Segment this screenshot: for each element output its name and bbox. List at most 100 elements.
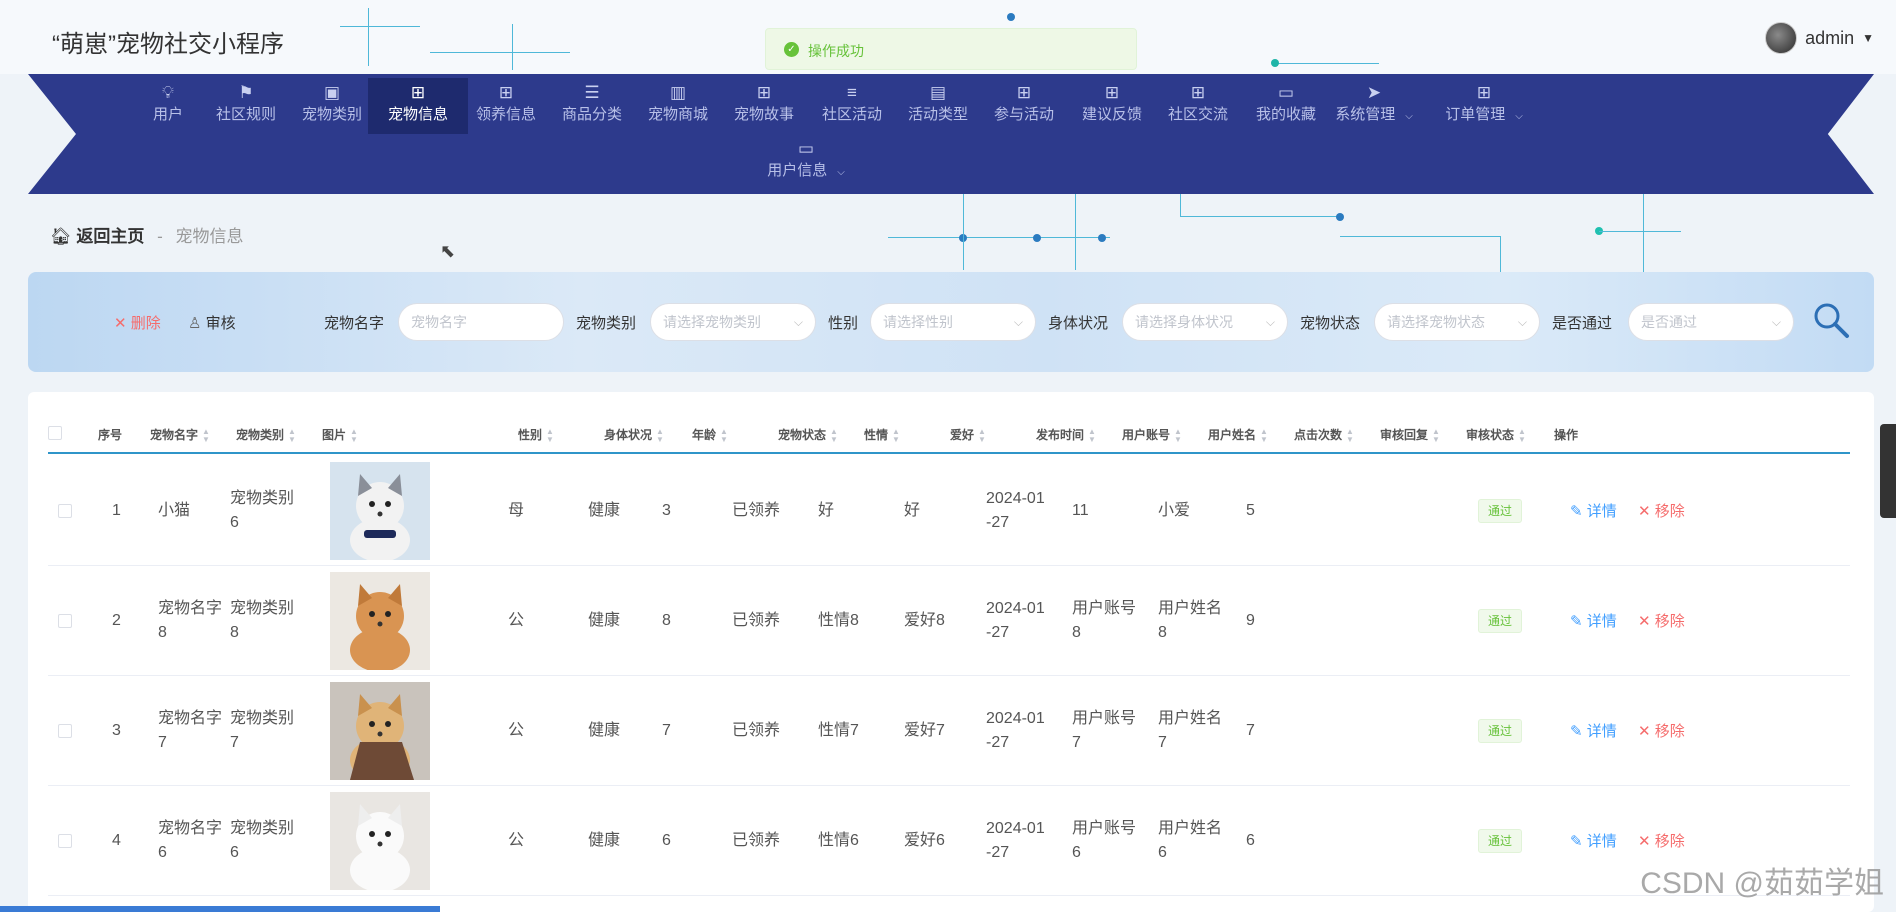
flag-icon: ⚑ [238,83,254,102]
nav-item-7[interactable]: ⊞ 宠物故事 [714,78,814,134]
sort-icon[interactable]: ▲ ▼ [1174,427,1182,444]
sort-icon[interactable]: ▲ ▼ [350,427,358,444]
decoration-dot [1007,13,1015,21]
row-checkbox[interactable] [58,724,72,738]
remove-button[interactable]: ✕ 移除 [1638,720,1685,741]
nav-item-3[interactable]: ⊞ 宠物信息 [368,78,468,134]
remove-button[interactable]: ✕ 移除 [1638,500,1685,521]
toast-text: 操作成功 [808,43,864,59]
nav-item-text: 我的收藏 [1255,106,1316,123]
cell-temper: 性情6 [818,832,859,849]
pet-name-input[interactable]: 宠物名字 [398,303,564,341]
column-header[interactable]: 审核状态 ▲ ▼ [1466,426,1526,444]
sort-icon[interactable]: ▲ ▼ [546,427,554,444]
cell-name: 小猫 [158,502,191,519]
side-collapse-tab[interactable] [1880,424,1896,518]
nav-item-label: 领养信息 [456,104,556,126]
send-icon: ➤ [1366,83,1382,102]
column-header-label: 性情 [864,428,889,442]
home-icon[interactable]: 🏠︎ [50,227,72,246]
nav-item-label: 用户信息 ⌵ [756,160,856,184]
row-checkbox[interactable] [58,834,72,848]
sort-icon[interactable]: ▲ ▼ [720,427,728,444]
column-header[interactable]: 身体状况 ▲ ▼ [604,426,664,444]
nav-item-5[interactable]: ☰ 商品分类 [542,78,642,134]
remove-label: 移除 [1654,613,1685,630]
row-checkbox[interactable] [58,504,72,518]
column-header[interactable]: 年龄 ▲ ▼ [692,426,728,444]
pet-image [330,462,430,562]
nav-item-10[interactable]: ⊞ 参与活动 [974,78,1074,134]
detail-label: 详情 [1586,833,1617,850]
column-header[interactable]: 爱好 ▲ ▼ [950,426,986,444]
sort-icon[interactable]: ▲ ▼ [1088,427,1096,444]
column-header[interactable]: 审核回复 ▲ ▼ [1380,426,1440,444]
detail-button[interactable]: ✎ 详情 [1570,500,1617,521]
pet-category-select[interactable]: 请选择宠物类别 ⌵ [650,303,816,341]
gender-select[interactable]: 请选择性别 ⌵ [870,303,1036,341]
decoration-line [368,8,369,66]
sort-icon[interactable]: ▲ ▼ [892,427,900,444]
column-header-label: 性别 [518,428,543,442]
pet-status-select[interactable]: 请选择宠物状态 ⌵ [1374,303,1540,341]
sort-icon[interactable]: ▲ ▼ [288,427,296,444]
nav-item-9[interactable]: ▤ 活动类型 [888,78,988,134]
sort-icon[interactable]: ▲ ▼ [978,427,986,444]
audit-button[interactable]: ♙ 审核 [188,312,236,333]
decoration-line [512,24,513,70]
nav-item-1[interactable]: ⚑ 社区规则 [196,78,296,134]
nav-item-15[interactable]: ⊞ 订单管理 ⌵ [1424,78,1544,134]
column-header[interactable]: 宠物类别 ▲ ▼ [236,426,296,444]
sort-icon[interactable]: ▲ ▼ [1518,427,1526,444]
approved-select[interactable]: 是否通过 ⌵ [1628,303,1794,341]
health-select[interactable]: 请选择身体状况 ⌵ [1122,303,1288,341]
sort-icon[interactable]: ▲ ▼ [1432,427,1440,444]
decoration-line [1275,63,1379,64]
nav-item-label: 建议反馈 [1062,104,1162,126]
row-checkbox[interactable] [58,614,72,628]
breadcrumb-home-link[interactable]: 返回主页 [76,227,144,246]
remove-button[interactable]: ✕ 移除 [1638,830,1685,851]
detail-label: 详情 [1586,503,1617,520]
detail-button[interactable]: ✎ 详情 [1570,720,1617,741]
column-header[interactable]: 点击次数 ▲ ▼ [1294,426,1354,444]
nav-item-label: 订单管理 ⌵ [1424,104,1544,128]
column-header[interactable]: 宠物状态 ▲ ▼ [778,426,838,444]
gender-placeholder: 请选择性别 [883,314,953,330]
nav-item-13[interactable]: ▭ 我的收藏 [1236,78,1336,134]
cell-clicks: 5 [1246,502,1255,519]
column-header[interactable]: 用户姓名 ▲ ▼ [1208,426,1268,444]
sort-icon[interactable]: ▲ ▼ [656,427,664,444]
detail-button[interactable]: ✎ 详情 [1570,830,1617,851]
user-menu[interactable]: admin ▼ [1765,22,1874,54]
delete-button[interactable]: ✕ 删除 [114,312,161,333]
nav-item-2[interactable]: ▣ 宠物类别 [282,78,382,134]
nav-item-14[interactable]: ➤ 系统管理 ⌵ [1324,78,1424,134]
sort-icon[interactable]: ▲ ▼ [202,427,210,444]
column-header[interactable]: 用户账号 ▲ ▼ [1122,426,1182,444]
column-header[interactable]: 性情 ▲ ▼ [864,426,900,444]
column-header[interactable]: 性别 ▲ ▼ [518,426,554,444]
nav-item-8[interactable]: ≡ 社区活动 [802,78,902,134]
nav-item-16[interactable]: ▭ 用户信息 ⌵ [756,134,856,190]
nav-item-11[interactable]: ⊞ 建议反馈 [1062,78,1162,134]
sort-icon[interactable]: ▲ ▼ [830,427,838,444]
column-header[interactable]: 发布时间 ▲ ▼ [1036,426,1096,444]
sort-icon[interactable]: ▲ ▼ [1260,427,1268,444]
column-header[interactable]: 图片 ▲ ▼ [322,426,358,444]
nav-item-12[interactable]: ⊞ 社区交流 [1148,78,1248,134]
search-icon[interactable] [1811,300,1851,340]
cell-username: 小爱 [1158,502,1191,519]
cell-age: 7 [662,722,671,739]
nav-item-6[interactable]: ▥ 宠物商城 [628,78,728,134]
cell-no: 3 [112,722,121,739]
filter-label-health: 身体状况 [1048,315,1109,332]
sort-icon[interactable]: ▲ ▼ [1346,427,1354,444]
column-header[interactable]: 宠物名字 ▲ ▼ [150,426,210,444]
remove-button[interactable]: ✕ 移除 [1638,610,1685,631]
detail-button[interactable]: ✎ 详情 [1570,610,1617,631]
chevron-down-icon: ⌵ [1405,111,1413,122]
select-all-checkbox[interactable] [48,426,62,440]
table-row: 4 宠物名字 6 宠物类别 6 公 健康 6 已领养 性情6 爱好6 2024-01 -27 用户账… [48,786,1850,896]
nav-item-4[interactable]: ⊞ 领养信息 [456,78,556,134]
